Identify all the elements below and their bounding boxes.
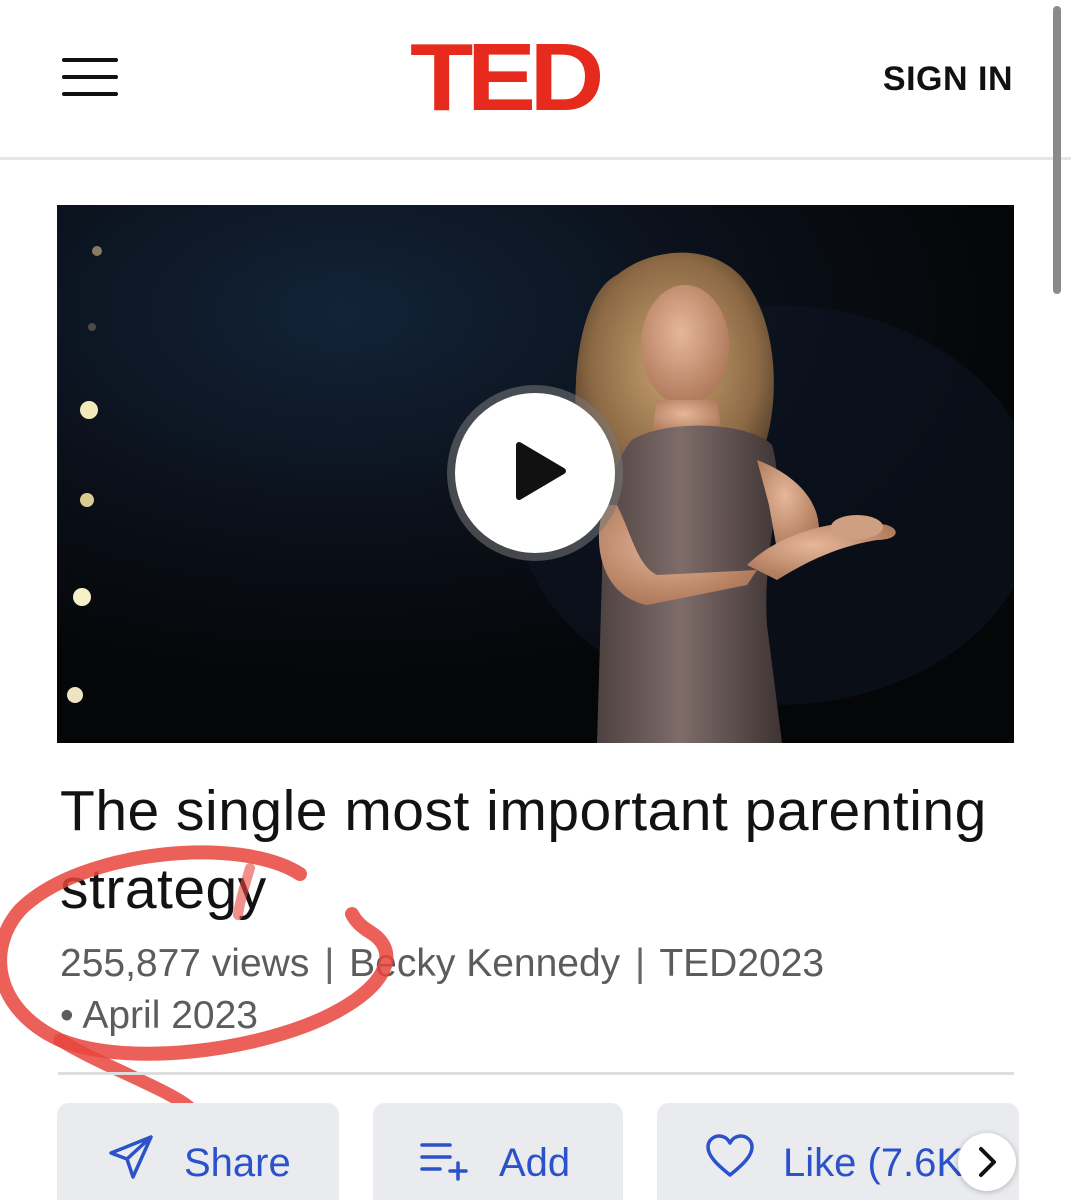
like-label: Like (7.6K <box>783 1141 964 1185</box>
ted-logo[interactable]: TED <box>410 30 604 126</box>
share-button[interactable]: Share <box>57 1103 339 1200</box>
send-icon <box>109 1135 153 1179</box>
play-icon <box>516 442 566 500</box>
meta-separator: | <box>324 942 335 985</box>
event-link[interactable]: TED2023 <box>659 942 824 985</box>
section-divider <box>58 1072 1014 1075</box>
action-bar: Share Add Like (7.6K <box>0 1103 1071 1200</box>
talk-date: • April 2023 <box>60 994 258 1037</box>
page-scrollbar[interactable] <box>1053 6 1061 294</box>
chevron-right-icon <box>979 1147 996 1177</box>
view-count: 255,877 views <box>60 942 310 985</box>
share-label: Share <box>184 1141 291 1185</box>
talk-title: The single most important parenting stra… <box>60 779 987 921</box>
speaker-link[interactable]: Becky Kennedy <box>349 942 620 985</box>
add-to-list-button[interactable]: Add <box>373 1103 623 1200</box>
meta-separator: | <box>635 942 646 985</box>
scroll-right-button[interactable] <box>958 1133 1016 1191</box>
add-label: Add <box>499 1141 571 1185</box>
talk-meta-line: 255,877 views | Becky Kennedy | TED2023 <box>60 940 824 988</box>
top-navigation-bar: TED SIGN IN <box>0 0 1071 160</box>
heart-icon <box>706 1134 754 1177</box>
play-button[interactable] <box>455 393 615 553</box>
sign-in-link[interactable]: SIGN IN <box>883 60 1013 99</box>
hamburger-menu-icon[interactable] <box>62 56 120 100</box>
add-to-list-icon <box>420 1143 468 1181</box>
